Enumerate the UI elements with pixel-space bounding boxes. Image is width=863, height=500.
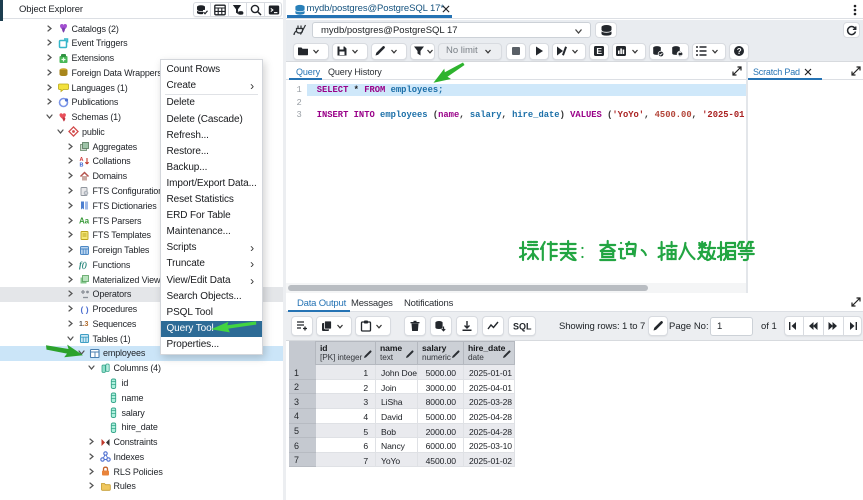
svg-text:?: ?	[737, 47, 742, 56]
svg-text:(): ()	[79, 305, 89, 315]
svg-text:f(): f()	[79, 260, 87, 270]
svg-text:Aa: Aa	[79, 217, 90, 226]
svg-text:SQL: SQL	[513, 322, 532, 332]
svg-text:B: B	[79, 162, 83, 167]
svg-text:E: E	[596, 46, 602, 56]
svg-text:1.3: 1.3	[79, 321, 89, 328]
